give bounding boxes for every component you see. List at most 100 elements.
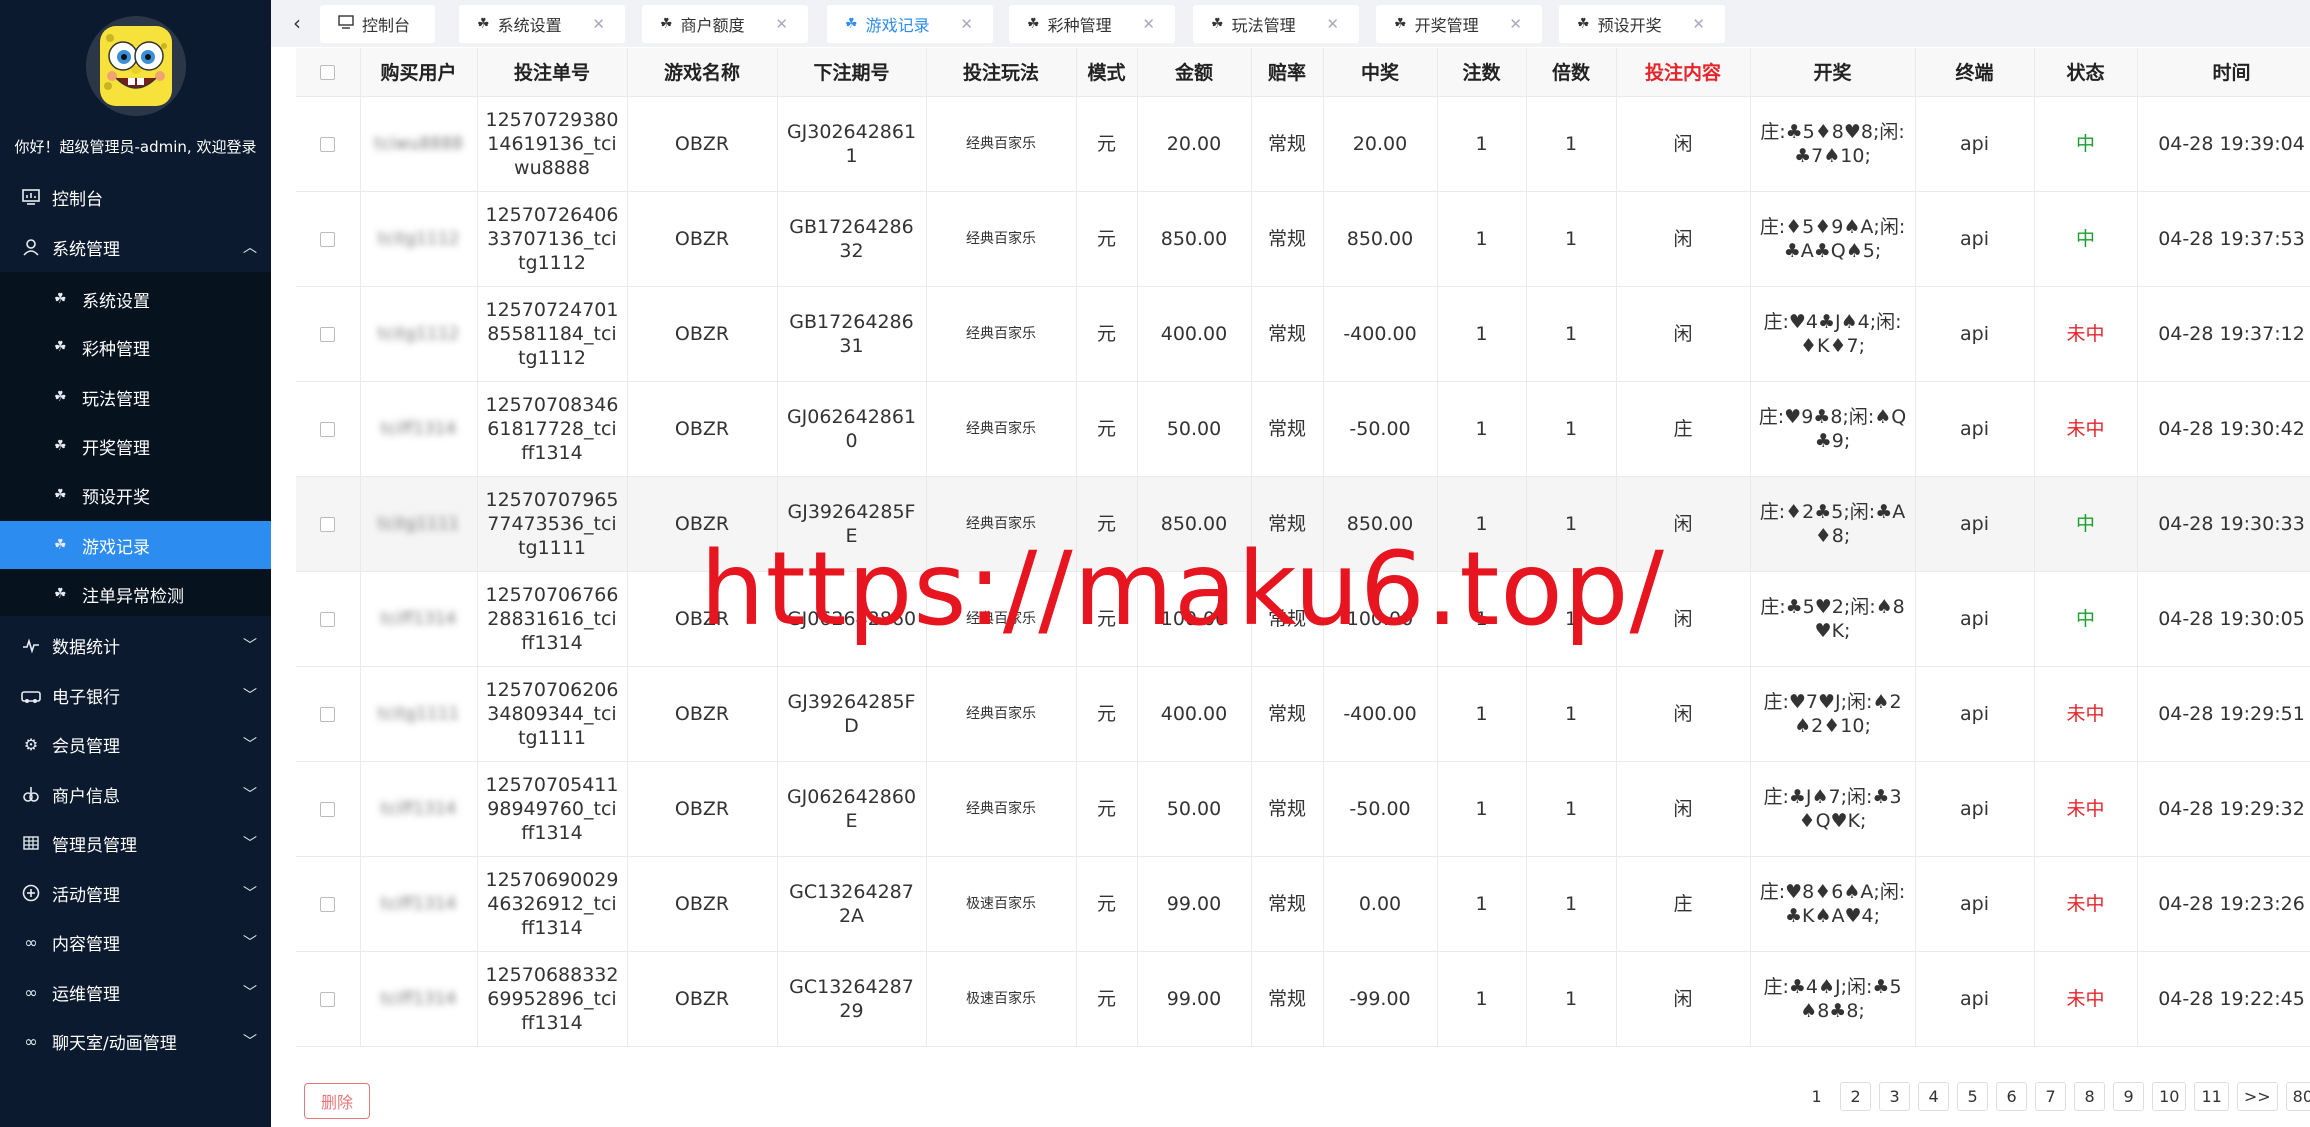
tab-merchant-quota[interactable]: ☘ 商户额度 ✕ [642, 5, 808, 43]
page-3[interactable]: 3 [1879, 1082, 1911, 1111]
dashboard-icon [20, 186, 42, 208]
welcome-text: 你好！超级管理员-admin, 欢迎登录 [14, 138, 257, 156]
nav-item-ops[interactable]: ∞ 运维管理 ﹀ [0, 968, 271, 1016]
palm-icon: ☘ [54, 389, 67, 405]
close-icon[interactable]: ✕ [1326, 15, 1339, 33]
nav-item-ebank[interactable]: 电子银行 ﹀ [0, 671, 271, 719]
close-icon[interactable]: ✕ [960, 15, 973, 33]
row-checkbox[interactable] [320, 516, 336, 532]
row-checkbox[interactable] [320, 991, 336, 1007]
page-10[interactable]: 10 [2152, 1082, 2187, 1111]
cell-win: -99.00 [1323, 951, 1438, 1047]
close-icon[interactable]: ✕ [1142, 15, 1155, 33]
page-11[interactable]: 11 [2194, 1082, 2229, 1111]
subnav-item-play-management[interactable]: ☘ 玩法管理 [0, 373, 271, 421]
chevron-down-icon: ﹀ [243, 787, 257, 803]
nav-item-statistics[interactable]: 数据统计 ﹀ [0, 621, 271, 669]
close-icon[interactable]: ✕ [1692, 15, 1705, 33]
page-7[interactable]: 7 [2035, 1082, 2067, 1111]
row-checkbox[interactable] [320, 801, 336, 817]
cell-time: 04-28 19:29:32 [2137, 761, 2310, 857]
page-last[interactable]: 80 [2285, 1082, 2310, 1111]
row-checkbox[interactable] [320, 136, 336, 152]
subnav-label: 系统设置 [82, 291, 150, 312]
palm-icon: ☘ [54, 586, 67, 602]
tab-draw-management[interactable]: ☘ 开奖管理 ✕ [1376, 5, 1542, 43]
tab-play-management[interactable]: ☘ 玩法管理 ✕ [1193, 5, 1359, 43]
row-select-cell [296, 666, 361, 762]
table-row: tcitg1112 1257072640633707136_tcitg1112 … [296, 191, 2310, 287]
tab-game-records[interactable]: ☘ 游戏记录 ✕ [827, 5, 993, 43]
cell-issue: GJ062642860E [777, 761, 927, 857]
select-all-checkbox[interactable] [320, 64, 336, 80]
page-1[interactable]: 1 [1801, 1082, 1833, 1111]
cell-multiple: 1 [1526, 96, 1617, 192]
cell-multiple: 1 [1526, 761, 1617, 857]
cell-win: -50.00 [1323, 381, 1438, 477]
delete-button[interactable]: 删除 [304, 1083, 370, 1119]
cell-terminal: api [1915, 96, 2035, 192]
row-checkbox[interactable] [320, 421, 336, 437]
tab-lottery-types[interactable]: ☘ 彩种管理 ✕ [1009, 5, 1175, 43]
nav-item-admins[interactable]: 管理员管理 ﹀ [0, 819, 271, 867]
row-checkbox[interactable] [320, 611, 336, 627]
blurred-user: tcitg1112 [377, 324, 460, 344]
page-2[interactable]: 2 [1840, 1082, 1872, 1111]
row-checkbox[interactable] [320, 706, 336, 722]
nav-item-dashboard[interactable]: 控制台 [0, 173, 271, 221]
subnav-label: 注单异常检测 [82, 586, 184, 607]
close-icon[interactable]: ✕ [775, 15, 788, 33]
page-8[interactable]: 8 [2074, 1082, 2106, 1111]
cell-count: 1 [1437, 856, 1527, 952]
subnav-item-system-settings[interactable]: ☘ 系统设置 [0, 275, 271, 323]
nav-item-activities[interactable]: 活动管理 ﹀ [0, 869, 271, 917]
nav-item-content[interactable]: ∞ 内容管理 ﹀ [0, 918, 271, 966]
cell-game: OBZR [627, 191, 778, 287]
cell-odds: 常规 [1251, 96, 1324, 192]
nav-item-members[interactable]: ⚙ 会员管理 ﹀ [0, 720, 271, 768]
row-checkbox[interactable] [320, 896, 336, 912]
chevron-left-icon[interactable]: ‹ [283, 9, 311, 37]
row-checkbox[interactable] [320, 326, 336, 342]
cell-mode: 元 [1076, 856, 1138, 952]
dashboard-icon [338, 15, 354, 33]
nav-item-chatroom[interactable]: ∞ 聊天室/动画管理 ﹀ [0, 1017, 271, 1065]
cell-game: OBZR [627, 951, 778, 1047]
close-icon[interactable]: ✕ [592, 15, 605, 33]
subnav-item-lottery-types[interactable]: ☘ 彩种管理 [0, 323, 271, 371]
cell-terminal: api [1915, 571, 2035, 667]
close-icon[interactable]: ✕ [1509, 15, 1522, 33]
page-next-jump[interactable]: >> [2236, 1082, 2278, 1111]
row-checkbox[interactable] [320, 231, 336, 247]
cell-content: 闲 [1616, 761, 1751, 857]
nav-item-system[interactable]: 系统管理 ︿ [0, 223, 271, 271]
cell-count: 1 [1437, 191, 1527, 287]
page-4[interactable]: 4 [1918, 1082, 1950, 1111]
page-5[interactable]: 5 [1957, 1082, 1989, 1111]
cell-multiple: 1 [1526, 951, 1617, 1047]
cell-game: OBZR [627, 96, 778, 192]
cell-amount: 99.00 [1137, 951, 1252, 1047]
tab-preset-draw[interactable]: ☘ 预设开奖 ✕ [1559, 5, 1725, 43]
table-row: tcitg1111 1257070796577473536_tcitg1111 … [296, 476, 2310, 572]
nav-item-merchant[interactable]: 商户信息 ﹀ [0, 770, 271, 818]
cell-draw: 庄:♣J♠7;闲:♣3♦Q♥K; [1750, 761, 1916, 857]
cell-amount: 99.00 [1137, 856, 1252, 952]
chevron-down-icon: ﹀ [243, 886, 257, 902]
table-footer: 删除 1 2 3 4 5 6 7 8 9 10 11 >> 80 [296, 1074, 2310, 1127]
subnav-item-preset-draw[interactable]: ☘ 预设开奖 [0, 471, 271, 519]
page-9[interactable]: 9 [2113, 1082, 2145, 1111]
subnav-item-draw-management[interactable]: ☘ 开奖管理 [0, 422, 271, 470]
row-select-cell [296, 96, 361, 192]
cell-terminal: api [1915, 476, 2035, 572]
page-6[interactable]: 6 [1996, 1082, 2028, 1111]
cell-user: tciff1314 [360, 951, 478, 1047]
cell-order: 1257069002946326912_tciff1314 [477, 856, 628, 952]
subnav-item-game-records[interactable]: ☘ 游戏记录 [0, 521, 271, 569]
subnav-item-bet-anomaly[interactable]: ☘ 注单异常检测 [0, 570, 271, 618]
cell-status: 未中 [2034, 856, 2138, 952]
cell-multiple: 1 [1526, 666, 1617, 762]
row-select-cell [296, 571, 361, 667]
tab-dashboard[interactable]: 控制台 [320, 5, 435, 43]
tab-system-settings[interactable]: ☘ 系统设置 ✕ [459, 5, 625, 43]
